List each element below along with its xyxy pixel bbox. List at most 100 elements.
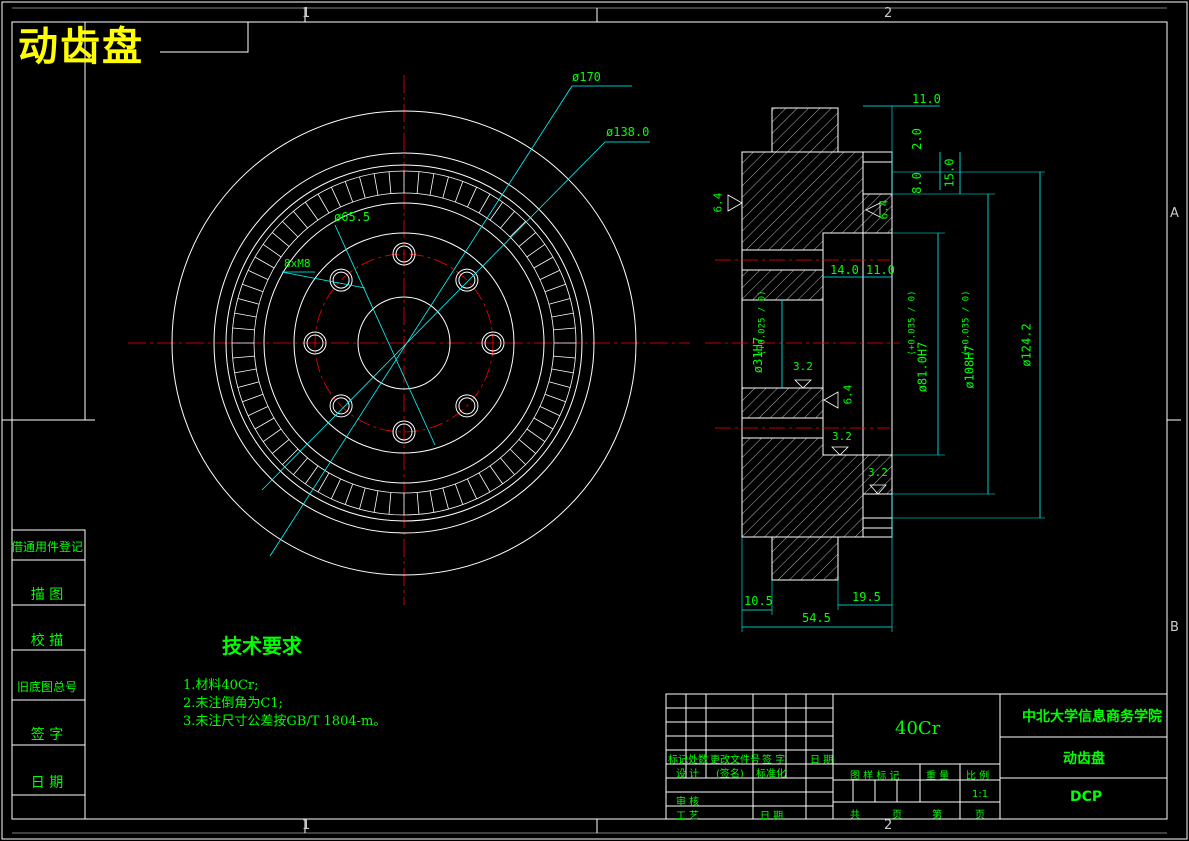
tb-design-sign: (签名) — [716, 769, 744, 780]
dim-ring-diameter: ø138.0 — [606, 125, 650, 139]
gear-tooth — [478, 472, 491, 493]
gear-tooth — [237, 298, 260, 305]
zone-right-a: A — [1170, 206, 1179, 221]
gear-tooth — [254, 256, 275, 269]
gear-tooth — [548, 381, 571, 388]
tb-header-count: 处数 — [688, 755, 708, 766]
requirements-title: 技术要求 — [222, 634, 302, 658]
gear-tooth — [359, 487, 366, 510]
gear-tooth — [442, 176, 449, 199]
gear-tooth — [518, 232, 537, 247]
requirement-item: 2.未注倒角为C1; — [183, 696, 284, 711]
dim-outer-diameter: ø170 — [572, 70, 601, 84]
gear-tooth — [232, 327, 255, 331]
gear-tooth — [373, 173, 379, 196]
gear-tooth — [242, 283, 264, 293]
gear-tooth — [544, 283, 566, 293]
requirement-item: 3.未注尺寸公差按GB/T 1804-m。 — [183, 714, 387, 729]
drawing-title: 动齿盘 — [18, 24, 144, 70]
tb-weight-label: 重 量 — [926, 771, 950, 782]
gear-tooth — [242, 393, 264, 403]
gear-tooth — [442, 487, 449, 510]
gear-tooth — [553, 327, 576, 331]
gear-tooth — [304, 201, 319, 221]
gear-tooth — [509, 221, 526, 238]
gear-tooth — [282, 221, 299, 238]
material-label: 40Cr — [895, 718, 941, 739]
gear-tooth — [454, 483, 464, 505]
gear-tooth — [317, 472, 330, 493]
zone-top-1: 1 — [302, 6, 311, 21]
gear-tooth — [551, 368, 574, 374]
gear-tooth — [429, 173, 435, 196]
dim-108-tolerance: (+0.035 / 0) — [961, 290, 972, 356]
part-code: DCP — [1070, 789, 1103, 805]
gear-tooth — [234, 368, 257, 374]
gear-tooth — [416, 492, 420, 515]
gear-tooth — [262, 428, 282, 443]
dim-15: 15.0 — [942, 158, 957, 188]
tb-scale-label: 比 例 — [966, 771, 990, 782]
tb-process: 工 艺 — [676, 811, 700, 822]
gear-tooth — [234, 312, 257, 318]
gear-tooth — [388, 492, 392, 515]
gear-tooth — [539, 406, 561, 417]
tb-design: 设 计 — [676, 769, 700, 780]
side-label-tracing: 描 图 — [30, 587, 64, 603]
gear-tooth — [359, 176, 366, 199]
zone-top-2: 2 — [884, 6, 893, 21]
tb-stage-label: 图 样 标 记 — [850, 771, 900, 782]
side-label-check: 校 描 — [30, 633, 64, 649]
gear-tooth — [262, 243, 282, 258]
tb-header-date: 日 期 — [810, 755, 834, 766]
roughness-3-2-b: 3.2 — [832, 430, 852, 443]
gear-tooth — [232, 355, 255, 359]
dim-19-5: 19.5 — [852, 590, 881, 604]
dim-8: 8.0 — [909, 172, 924, 194]
dim-81-tolerance: (+0.035 / 0) — [907, 290, 918, 356]
roughness-6-4-c: 6.4 — [841, 384, 855, 405]
gear-tooth — [539, 269, 561, 280]
gear-tooth — [344, 181, 354, 203]
gear-tooth — [388, 171, 392, 194]
gear-tooth — [247, 406, 269, 417]
gear-tooth — [416, 171, 420, 194]
gear-tooth — [344, 483, 354, 505]
gear-tooth — [373, 490, 379, 513]
tb-header-mark: 标记 — [668, 755, 688, 766]
zone-bottom-1: 1 — [302, 818, 311, 833]
dim-14: 14.0 — [830, 263, 859, 277]
gear-tooth — [304, 465, 319, 485]
roughness-3-2-c: 3.2 — [868, 466, 888, 479]
tb-header-change: 更改文件号 — [710, 755, 760, 766]
gear-tooth — [254, 417, 275, 430]
gear-tooth — [500, 457, 515, 476]
dim-bolt-holes: 8xM8 — [284, 257, 311, 270]
front-view — [128, 75, 690, 605]
tb-sheet-no: 第 — [932, 810, 942, 821]
gear-tooth — [317, 193, 330, 214]
dim-left-step: 10.5 — [744, 594, 773, 608]
gear-tooth — [467, 478, 478, 500]
gear-tooth — [330, 478, 341, 500]
gear-tooth — [429, 490, 435, 513]
side-label-signature: 签 字 — [30, 727, 64, 743]
side-label-registry: 借通用件登记 — [10, 540, 83, 554]
tb-total: 共 — [850, 810, 860, 821]
gear-tooth — [533, 256, 554, 269]
requirement-item: 1.材料40Cr; — [183, 678, 259, 693]
dim-124: ø124.2 — [1019, 323, 1034, 367]
school-name: 中北大学信息商务学院 — [1022, 709, 1162, 725]
gear-tooth — [330, 186, 341, 208]
gear-tooth — [526, 243, 546, 258]
tb-date: 日 期 — [760, 811, 784, 822]
gear-tooth — [454, 181, 464, 203]
zone-right-b: B — [1170, 620, 1179, 635]
gear-tooth — [282, 448, 299, 465]
gear-tooth — [271, 232, 290, 247]
gear-tooth — [271, 439, 290, 454]
scale-value: 1:1 — [972, 789, 989, 800]
outer-border — [1, 1, 1188, 840]
gear-tooth — [489, 465, 504, 485]
gear-tooth — [548, 298, 571, 305]
